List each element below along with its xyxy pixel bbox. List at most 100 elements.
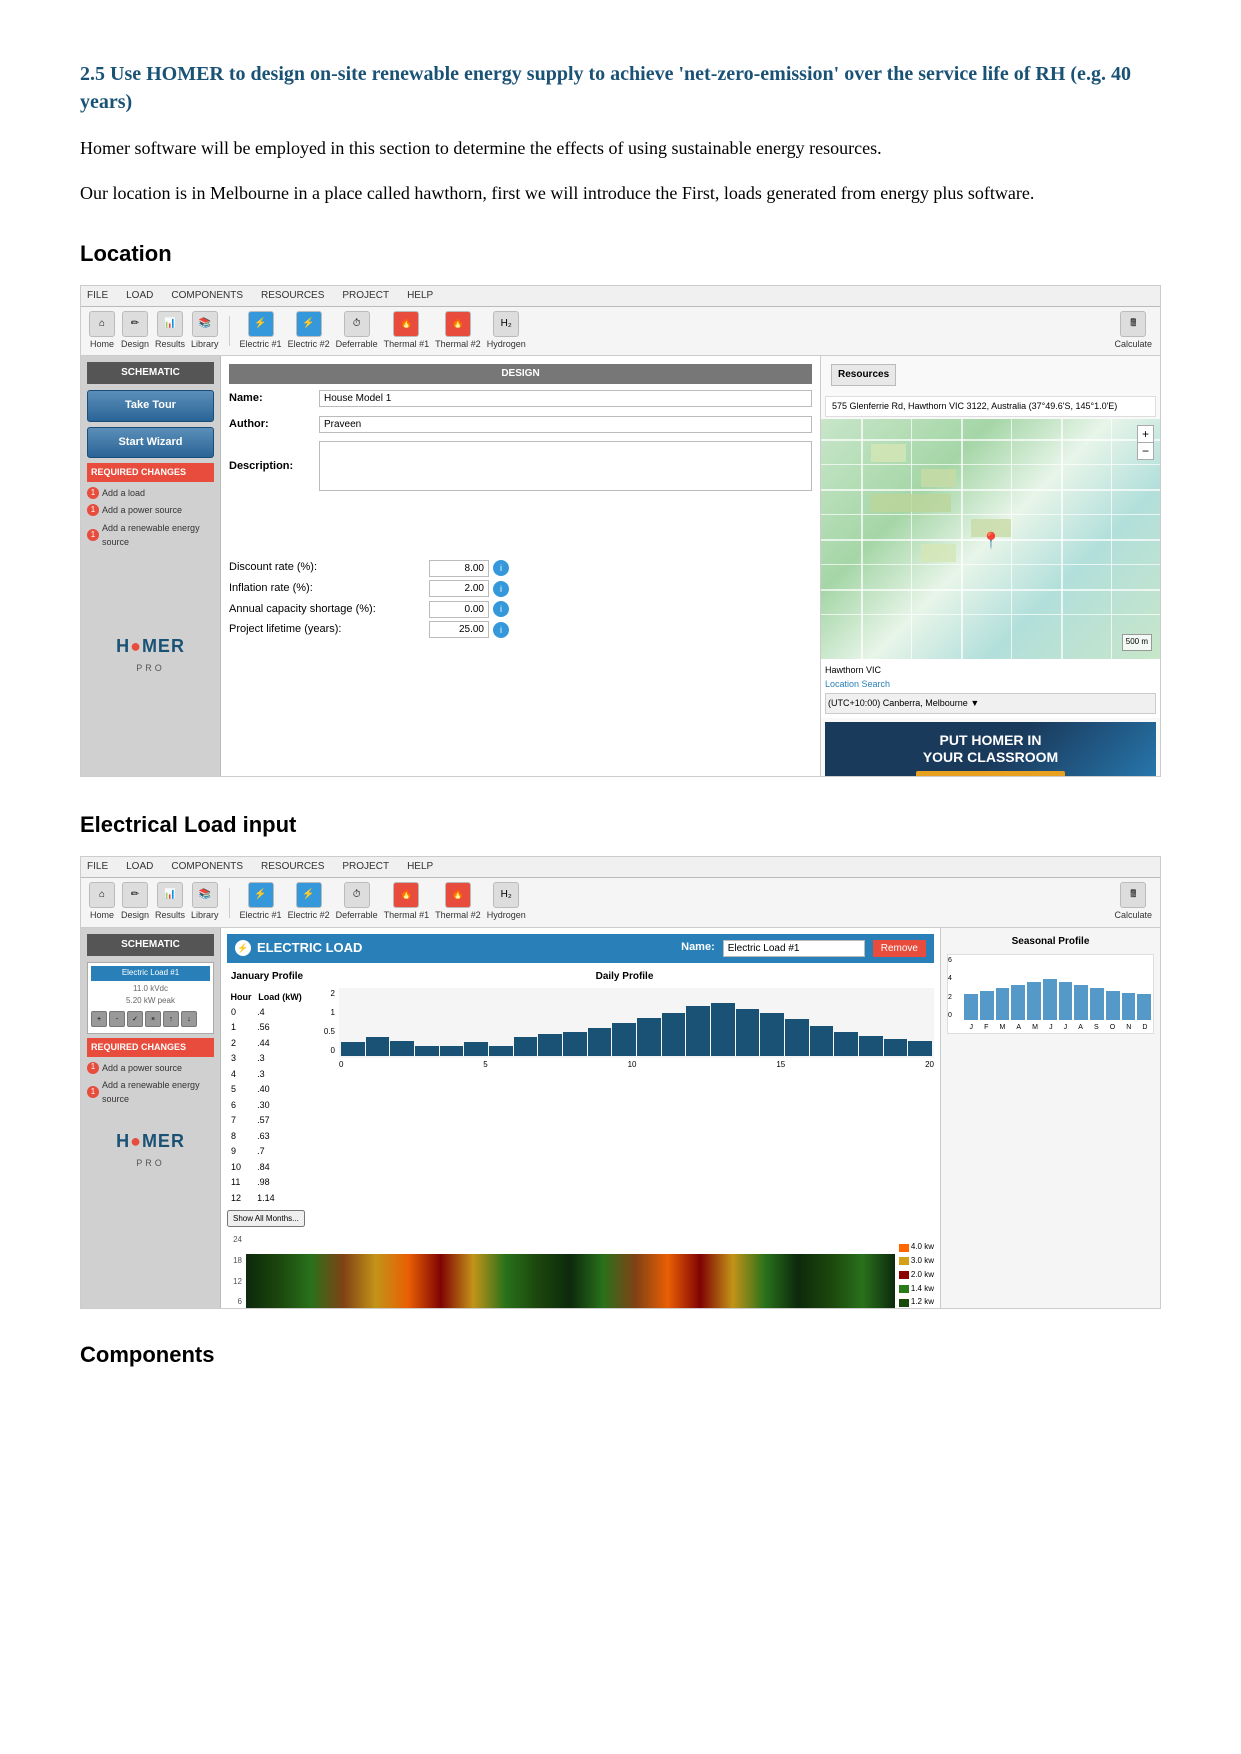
toolbar2-deferrable[interactable]: ⏱ Deferrable — [336, 882, 378, 922]
capacity-info-icon[interactable]: i — [493, 601, 509, 617]
location-search-link[interactable]: Location Search — [825, 677, 1156, 691]
author-input[interactable] — [319, 416, 812, 433]
menu2-resources[interactable]: RESOURCES — [261, 859, 324, 875]
show-all-months-btn[interactable]: Show All Months... — [227, 1210, 305, 1227]
map-pin: 📍 — [981, 529, 1001, 555]
name-input[interactable] — [319, 390, 812, 407]
hour-5: 5.40 — [229, 1083, 305, 1097]
s-bar-aug — [1074, 985, 1088, 1020]
seasonal-chart: 6 4 2 0 — [947, 954, 1154, 1034]
schematic-icon-row: + - ✓ × ↑ ↓ — [91, 1011, 210, 1027]
name-input-2[interactable] — [723, 940, 865, 957]
schematic-node: Electric Load #1 — [91, 966, 210, 981]
req-circle-3: 1 — [87, 529, 99, 541]
s-bar-oct — [1106, 991, 1120, 1019]
s-bar-jul — [1059, 982, 1073, 1020]
remove-button[interactable]: Remove — [873, 940, 926, 957]
daily-profile: Daily Profile 2 1 0.5 0 — [315, 969, 934, 1228]
homer-seasonal-panel: Seasonal Profile 6 4 2 0 — [940, 928, 1160, 1308]
homer-map-panel: Resources 575 Glenferrie Rd, Hawthorn VI… — [820, 356, 1160, 776]
toolbar-home[interactable]: ⌂ Home — [89, 311, 115, 351]
start-wizard-button[interactable]: Start Wizard — [87, 427, 214, 459]
hour-9: 9.7 — [229, 1145, 305, 1159]
daily-bars — [339, 988, 934, 1058]
menu2-project[interactable]: PROJECT — [342, 859, 389, 875]
hour-0: 0.4 — [229, 1006, 305, 1020]
toolbar2-calculator[interactable]: 🖩 Calculate — [1114, 882, 1152, 922]
menu-file[interactable]: FILE — [87, 288, 108, 304]
lifetime-input[interactable] — [429, 621, 489, 638]
load-title-bar: ⚡ ELECTRIC LOAD Name: Remove — [227, 934, 934, 963]
ad-title-line2: YOUR CLASSROOM — [835, 749, 1146, 766]
menu-project[interactable]: PROJECT — [342, 288, 389, 304]
toolbar-electric1[interactable]: ⚡ Electric #1 — [240, 311, 282, 351]
inflation-input[interactable] — [429, 580, 489, 597]
capacity-input[interactable] — [429, 601, 489, 618]
toolbar2-design[interactable]: ✏ Design — [121, 882, 149, 922]
toolbar-thermal1[interactable]: 🔥 Thermal #1 — [384, 311, 430, 351]
toolbar2-thermal2[interactable]: 🔥 Thermal #2 — [435, 882, 481, 922]
menu-components[interactable]: COMPONENTS — [171, 288, 243, 304]
capacity-row: Annual capacity shortage (%): i — [229, 601, 812, 619]
hour-1: 1.56 — [229, 1021, 305, 1035]
toolbar-hydrogen[interactable]: H₂ Hydrogen — [487, 311, 526, 351]
req-circle-1: 1 — [87, 487, 99, 499]
homer-app-screenshot-2: FILE LOAD COMPONENTS RESOURCES PROJECT H… — [80, 856, 1161, 1308]
s-icon-2: - — [109, 1011, 125, 1027]
toolbar-thermal2[interactable]: 🔥 Thermal #2 — [435, 311, 481, 351]
menu-load[interactable]: LOAD — [126, 288, 153, 304]
toolbar2-home[interactable]: ⌂ Home — [89, 882, 115, 922]
electrical-load-heading: Electrical Load input — [80, 807, 1161, 842]
toolbar2-electric2[interactable]: ⚡ Electric #2 — [288, 882, 330, 922]
toolbar2-hydrogen[interactable]: H₂ Hydrogen — [487, 882, 526, 922]
toolbar-electric2[interactable]: ⚡ Electric #2 — [288, 311, 330, 351]
lifetime-info-icon[interactable]: i — [493, 622, 509, 638]
req-item-3: 1 Add a renewable energy source — [87, 521, 214, 550]
toolbar-library[interactable]: 📚 Library — [191, 311, 219, 351]
components-heading: Components — [80, 1337, 1161, 1372]
capacity-label: Annual capacity shortage (%): — [229, 601, 429, 619]
desc-row: Description: — [229, 441, 812, 491]
take-tour-button[interactable]: Take Tour — [87, 390, 214, 422]
menu2-load[interactable]: LOAD — [126, 859, 153, 875]
homer-sidebar-2: SCHEMATIC Electric Load #1 11.0 kVdc5.20… — [81, 928, 221, 1308]
s-bar-mar — [996, 988, 1010, 1019]
menu-help[interactable]: HELP — [407, 288, 433, 304]
schematic-label-2: SCHEMATIC — [87, 934, 214, 956]
january-profile: January Profile HourLoad (kW) 0.4 1.56 2… — [227, 969, 307, 1228]
body-para1: Homer software will be employed in this … — [80, 134, 1161, 163]
ad-title-line1: PUT HOMER IN — [835, 732, 1146, 749]
s-icon-5: ↑ — [163, 1011, 179, 1027]
homer-main-1: SCHEMATIC Take Tour Start Wizard REQUIRE… — [81, 356, 1160, 776]
toolbar2-results[interactable]: 📊 Results — [155, 882, 185, 922]
s-bar-sep — [1090, 988, 1104, 1019]
s-bar-jun — [1043, 979, 1057, 1020]
toolbar-results[interactable]: 📊 Results — [155, 311, 185, 351]
ad-btn[interactable]: CLICK TO LEARN MORE — [916, 771, 1065, 776]
discount-input[interactable] — [429, 560, 489, 577]
req2-item-2: 1 Add a renewable energy source — [87, 1078, 214, 1107]
homer-ad-banner: PUT HOMER IN YOUR CLASSROOM CLICK TO LEA… — [825, 722, 1156, 776]
discount-info-icon[interactable]: i — [493, 560, 509, 576]
seasonal-label: Seasonal Profile — [947, 934, 1154, 950]
toolbar-design[interactable]: ✏ Design — [121, 311, 149, 351]
inflation-label: Inflation rate (%): — [229, 580, 429, 598]
map-info: Hawthorn VIC Location Search (UTC+10:00)… — [821, 659, 1160, 718]
lifetime-label: Project lifetime (years): — [229, 621, 429, 639]
toolbar-calculator[interactable]: 🖩 Calculate — [1114, 311, 1152, 351]
toolbar2-electric1[interactable]: ⚡ Electric #1 — [240, 882, 282, 922]
toolbar2-thermal1[interactable]: 🔥 Thermal #1 — [384, 882, 430, 922]
menu-resources[interactable]: RESOURCES — [261, 288, 324, 304]
menu2-file[interactable]: FILE — [87, 859, 108, 875]
desc-input[interactable] — [319, 441, 812, 491]
req-item-1: 1 Add a load — [87, 486, 214, 500]
req-item-2: 1 Add a power source — [87, 503, 214, 517]
menu2-help[interactable]: HELP — [407, 859, 433, 875]
daily-profile-label: Daily Profile — [315, 969, 934, 985]
inflation-info-icon[interactable]: i — [493, 581, 509, 597]
timezone-dropdown[interactable]: (UTC+10:00) Canberra, Melbourne ▼ — [825, 693, 1156, 713]
menu2-components[interactable]: COMPONENTS — [171, 859, 243, 875]
toolbar-deferrable[interactable]: ⏱ Deferrable — [336, 311, 378, 351]
toolbar2-library[interactable]: 📚 Library — [191, 882, 219, 922]
schematic-label: SCHEMATIC — [87, 362, 214, 384]
